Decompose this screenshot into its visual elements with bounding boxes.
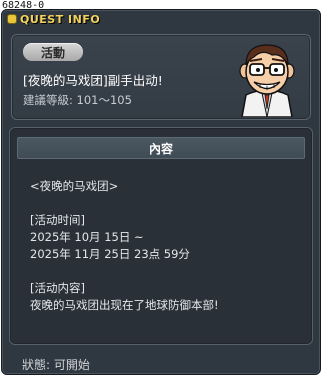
npc-doctor-icon — [239, 44, 295, 117]
quest-level-requirement: 建議等級: 101～105 — [23, 93, 132, 107]
content-line: 2025年 11月 25日 23点 59分 — [30, 247, 190, 261]
content-line: 2025年 10月 15日 ~ — [30, 230, 144, 244]
window-title: QUEST INFO — [20, 12, 101, 26]
content-line: [活动时间] — [30, 213, 85, 227]
content-line: 夜晚的马戏团出现在了地球防御本部! — [30, 298, 219, 312]
event-badge: 活動 — [23, 43, 83, 61]
content-line — [30, 195, 302, 212]
title-bar[interactable]: QUEST INFO — [8, 12, 100, 26]
content-header: 內容 — [17, 137, 305, 159]
quest-info-window: QUEST INFO 活動 [夜晚的马戏团]副手出动! 建議等級: 101～10… — [1, 9, 321, 375]
quest-title: [夜晚的马戏团]副手出动! — [23, 73, 163, 88]
quest-header-panel: 活動 [夜晚的马戏团]副手出动! 建議等級: 101～105 — [11, 34, 311, 120]
content-body: <夜晚的马戏团> [活动时间] 2025年 10月 15日 ~ 2025年 11… — [30, 178, 302, 314]
content-line — [30, 263, 302, 280]
content-line: <夜晚的马戏团> — [30, 179, 119, 193]
quest-status: 狀態: 可開始 — [22, 358, 90, 372]
quest-content-panel: 內容 <夜晚的马戏团> [活动时间] 2025年 10月 15日 ~ 2025年… — [9, 127, 313, 345]
window-title-icon — [8, 15, 16, 23]
content-line: [活动内容] — [30, 281, 85, 295]
